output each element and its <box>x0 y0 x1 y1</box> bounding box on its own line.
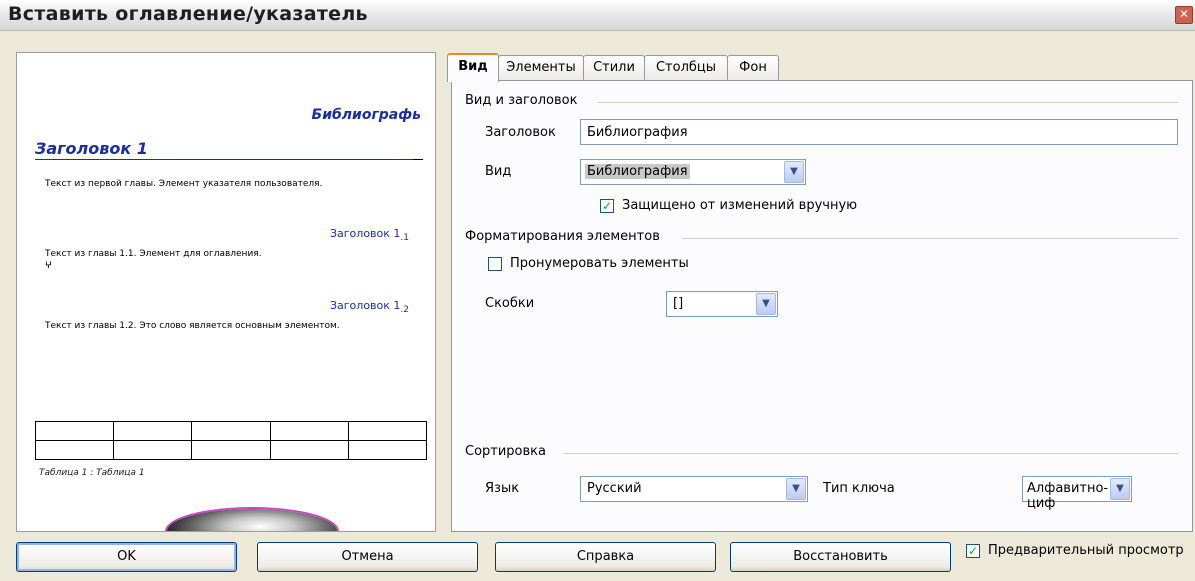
chevron-down-icon[interactable]: ▼ <box>784 161 804 183</box>
preview-heading-1-2: Заголовок 1.2 <box>330 299 409 315</box>
chevron-down-icon[interactable]: ▼ <box>1110 478 1130 500</box>
type-select[interactable]: Библиография ▼ <box>580 159 806 185</box>
language-select-value: Русский <box>587 481 642 496</box>
chevron-down-icon[interactable]: ▼ <box>756 293 776 315</box>
tab-entries[interactable]: Элементы <box>498 55 584 80</box>
table-row <box>34 421 428 441</box>
preview-heading-1-2-text: Заголовок 1 <box>329 299 401 312</box>
preview-heading-1-1-text: Заголовок 1 <box>329 227 401 240</box>
cancel-button[interactable]: Отмена <box>257 542 478 572</box>
preview-text-2-mark: ⵖ <box>45 261 52 271</box>
tab-styles[interactable]: Стили <box>583 55 645 80</box>
title-input[interactable]: Библиография <box>580 119 1178 145</box>
language-label: Язык <box>485 481 520 496</box>
table-row <box>34 440 428 460</box>
preview-heading-1: Заголовок 1 <box>35 139 148 158</box>
preview-image <box>167 509 337 531</box>
index-preview: Библиографь Заголовок 1 Текст из первой … <box>16 52 436 532</box>
brackets-select[interactable]: [] ▼ <box>666 291 778 317</box>
protected-label: Защищено от изменений вручную <box>622 198 858 213</box>
title-bar: Вставить оглавление/указатель ✕ <box>0 0 1195 31</box>
preview-index-title: Библиографь <box>311 107 421 123</box>
preview-heading-1-1: Заголовок 1.1 <box>330 227 409 243</box>
reset-button[interactable]: Восстановить <box>730 542 951 572</box>
tab-background[interactable]: Фон <box>727 55 779 80</box>
type-select-value: Библиография <box>585 164 690 179</box>
preview-heading-1-1-sub: .1 <box>400 233 409 244</box>
language-select[interactable]: Русский ▼ <box>580 476 808 502</box>
separator <box>564 453 1178 454</box>
chevron-down-icon[interactable]: ▼ <box>786 478 806 500</box>
title-label: Заголовок <box>485 125 556 140</box>
separator <box>598 102 1178 103</box>
brackets-label: Скобки <box>485 296 535 311</box>
preview-heading-rule-tail <box>413 159 423 160</box>
preview-heading-rule <box>35 159 421 160</box>
preview-text-1: Текст из первой главы. Элемент указателя… <box>45 179 323 189</box>
preview-heading-1-2-sub: .2 <box>400 305 409 316</box>
ok-button[interactable]: OK <box>16 542 237 572</box>
preview-table <box>34 421 428 460</box>
number-entries-checkbox[interactable] <box>488 257 502 271</box>
preview-text-2: Текст из главы 1.1. Элемент для оглавлен… <box>45 249 262 259</box>
preview-table-caption: Таблица 1 : Таблица 1 <box>39 468 145 478</box>
help-button[interactable]: Справка <box>495 542 716 572</box>
separator <box>682 238 1178 239</box>
tab-columns[interactable]: Столбцы <box>644 55 728 80</box>
type-label: Вид <box>485 164 512 179</box>
tab-type[interactable]: Вид <box>447 53 499 82</box>
section-sort: Сортировка <box>465 444 546 459</box>
protected-checkbox[interactable]: ✓ <box>600 199 614 213</box>
tab-panel-type: Вид и заголовок Заголовок Библиография В… <box>451 80 1193 532</box>
key-type-label: Тип ключа <box>823 481 895 496</box>
section-type-and-title: Вид и заголовок <box>465 93 578 108</box>
close-icon[interactable]: ✕ <box>1175 6 1193 24</box>
key-type-select[interactable]: Алфавитно-циф ▼ <box>1022 476 1132 511</box>
preview-text-3: Текст из главы 1.2. Это слово является о… <box>45 321 340 331</box>
preview-checkbox[interactable]: ✓ <box>966 544 980 558</box>
section-formatting: Форматирования элементов <box>465 229 660 244</box>
preview-label: Предварительный просмотр <box>988 543 1184 558</box>
window-title: Вставить оглавление/указатель <box>8 3 368 25</box>
brackets-select-value: [] <box>673 296 684 311</box>
number-entries-label: Пронумеровать элементы <box>510 256 689 271</box>
